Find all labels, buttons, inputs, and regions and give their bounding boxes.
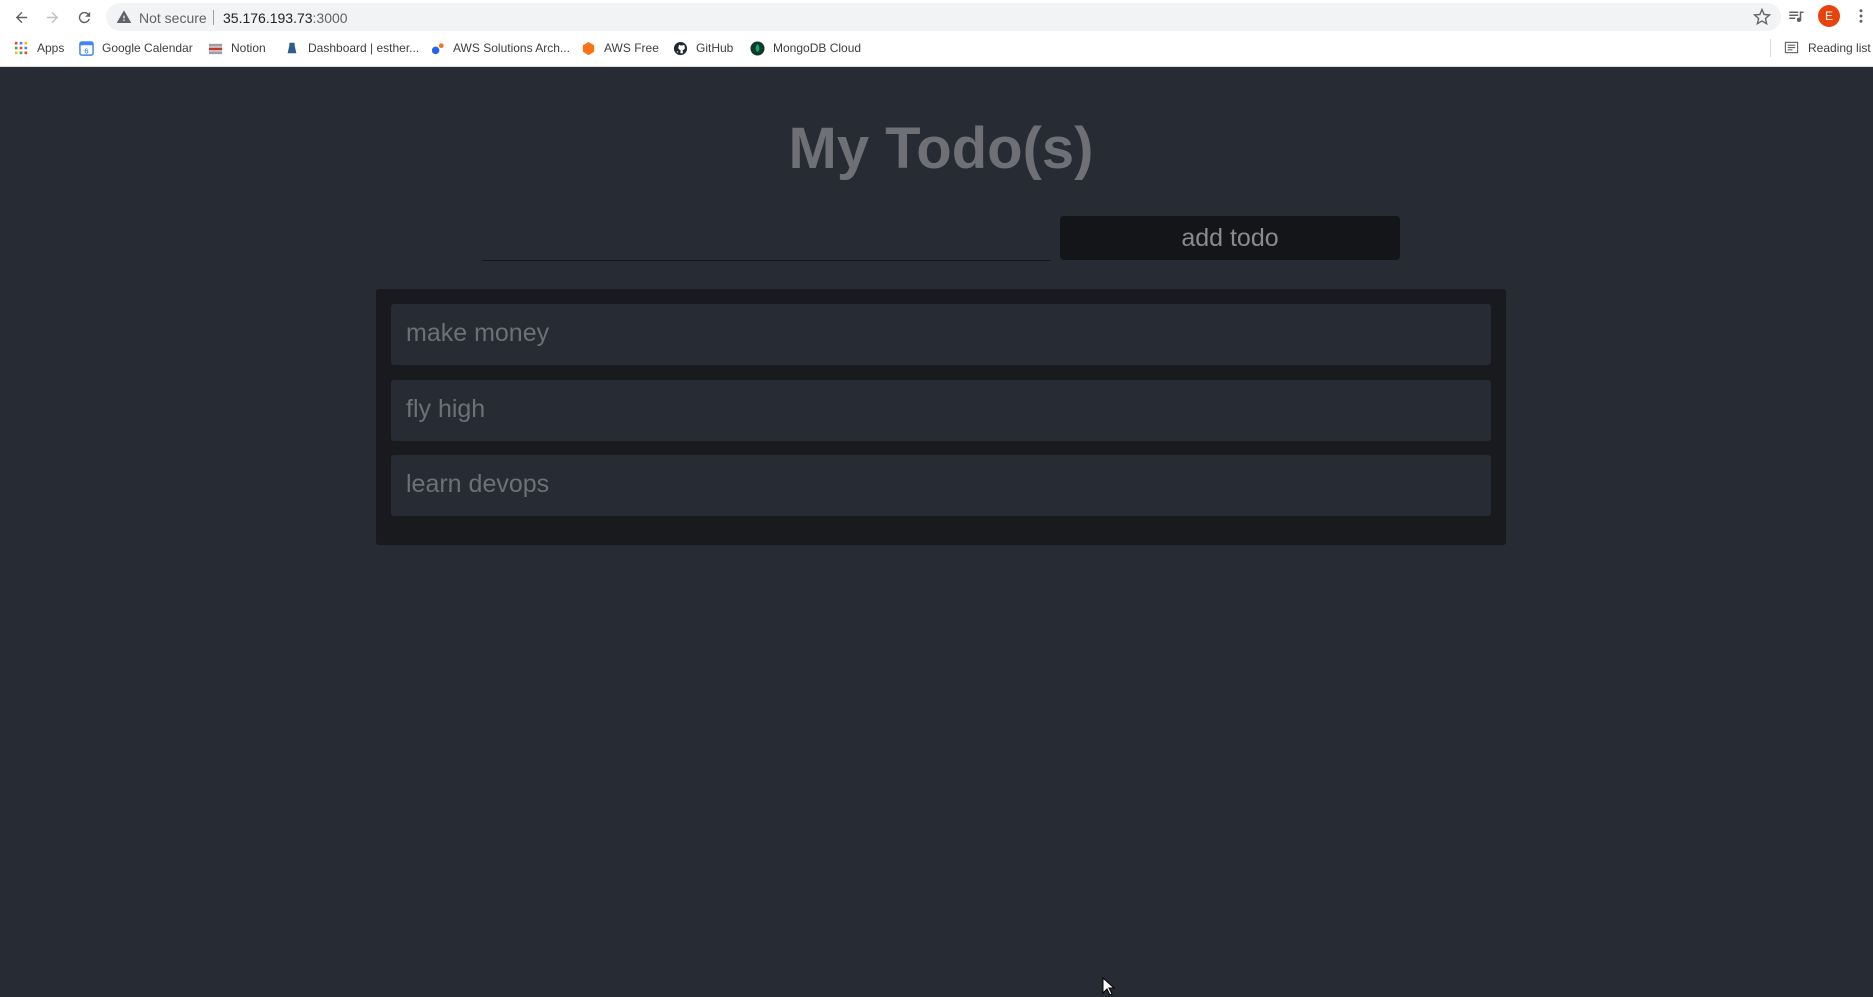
forward-arrow-icon — [46, 11, 58, 23]
more-vertical-icon — [1859, 9, 1863, 23]
media-controls-button[interactable] — [1785, 5, 1807, 27]
bookmark-label: GitHub — [696, 41, 734, 55]
bookmark-aws-solutions[interactable]: AWS Solutions Arch... — [429, 36, 570, 60]
profile-avatar[interactable]: E — [1818, 5, 1840, 27]
mongodb-icon — [749, 40, 765, 56]
aws-free-icon — [580, 40, 596, 56]
bookmark-label: Apps — [37, 41, 65, 55]
bookmark-notion[interactable]: Notion — [207, 36, 266, 60]
todo-item-text: fly high — [406, 395, 486, 423]
bookmark-label: Dashboard | esther... — [308, 41, 420, 55]
todo-list: make money fly high learn devops — [376, 289, 1506, 545]
url-text[interactable]: 35.176.193.73:3000 — [223, 10, 348, 26]
dashboard-icon — [284, 40, 300, 56]
bookmark-label: Notion — [231, 41, 266, 55]
back-button[interactable] — [8, 4, 34, 30]
url-port: :3000 — [312, 10, 348, 26]
back-arrow-icon — [15, 11, 27, 23]
url-host: 35.176.193.73 — [223, 10, 313, 26]
address-separator — [213, 10, 214, 25]
notion-icon — [207, 40, 223, 56]
bookmark-label: Google Calendar — [102, 41, 193, 55]
bookmark-dashboard[interactable]: Dashboard | esther... — [284, 36, 419, 60]
apps-grid-icon — [13, 40, 29, 56]
reload-button[interactable] — [71, 4, 97, 30]
todo-input[interactable] — [482, 218, 1051, 261]
bookmarks-separator — [1770, 39, 1771, 57]
reading-list-label: Reading list — [1808, 41, 1871, 55]
bookmark-google-calendar[interactable]: 6 Google Calendar — [78, 36, 193, 60]
svg-text:6: 6 — [84, 46, 88, 55]
address-bar[interactable]: Not secure 35.176.193.73:3000 — [106, 3, 1781, 31]
reload-icon — [78, 11, 90, 23]
bookmark-aws-free[interactable]: AWS Free — [580, 36, 659, 60]
bookmark-apps[interactable]: Apps — [13, 36, 64, 60]
bookmark-label: AWS Free — [604, 41, 659, 55]
bookmark-github[interactable]: GitHub — [672, 36, 733, 60]
github-icon — [672, 40, 688, 56]
reading-list-icon — [1784, 40, 1800, 56]
todo-item[interactable]: learn devops — [391, 455, 1491, 516]
reading-list-button[interactable]: Reading list — [1770, 36, 1871, 60]
todo-app: My Todo(s) add todo make money fly high … — [0, 67, 1873, 997]
bookmark-label: MongoDB Cloud — [773, 41, 862, 55]
bookmarks-bar: Apps 6 Google Calendar Notion Dashboard … — [0, 36, 1873, 60]
warning-icon — [116, 10, 132, 23]
todo-item[interactable]: make money — [391, 304, 1491, 365]
bookmark-label: AWS Solutions Arch... — [453, 41, 570, 55]
security-status[interactable]: Not secure — [139, 10, 207, 26]
playlist-icon — [1789, 11, 1804, 23]
page-title: My Todo(s) — [788, 116, 1094, 181]
browser-menu-button[interactable] — [1850, 5, 1872, 27]
google-calendar-icon: 6 — [78, 40, 94, 56]
aws-solutions-icon — [429, 40, 445, 56]
mouse-pointer-icon — [1102, 977, 1116, 996]
todo-item-text: learn devops — [406, 470, 550, 498]
browser-toolbar: Not secure 35.176.193.73:3000 E — [0, 0, 1873, 33]
todo-item-text: make money — [406, 319, 550, 347]
forward-button[interactable] — [39, 4, 65, 30]
todo-item[interactable]: fly high — [391, 380, 1491, 441]
browser-chrome: Not secure 35.176.193.73:3000 E Apps 6 G… — [0, 0, 1873, 67]
bookmark-star-icon[interactable] — [1753, 8, 1771, 26]
add-todo-button[interactable]: add todo — [1060, 216, 1400, 260]
bookmark-mongodb[interactable]: MongoDB Cloud — [749, 36, 861, 60]
